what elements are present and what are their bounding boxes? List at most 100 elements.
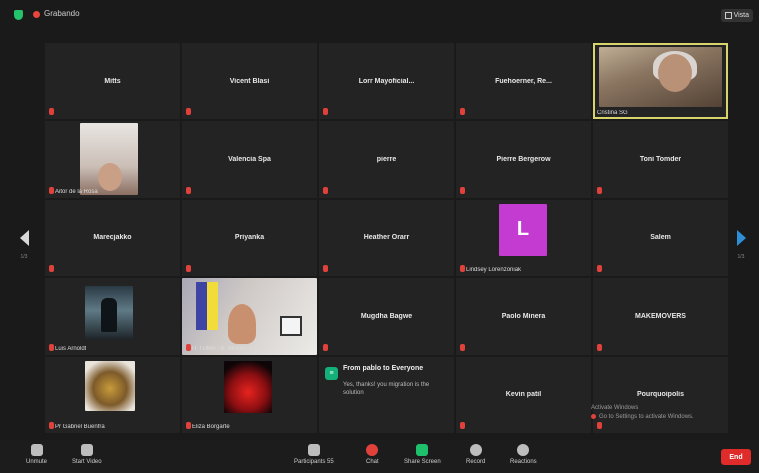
meeting-toolbar: Unmute Start Video Participants 55 Chat … (0, 440, 759, 473)
muted-mic-icon (186, 343, 191, 351)
avatar: L (499, 203, 547, 256)
participant-tile[interactable]: Marecjakko (45, 199, 180, 277)
recording-label: Grabando (44, 9, 80, 18)
participant-video (85, 360, 135, 411)
next-page-button[interactable]: 1/3 (731, 216, 751, 260)
video-content (658, 54, 693, 93)
participants-label-text: Participants (294, 459, 326, 465)
chevron-right-icon (736, 230, 746, 246)
participant-tile[interactable]: Toni Tomder (593, 121, 728, 198)
chat-bubble-icon (366, 444, 379, 456)
muted-mic-icon (49, 422, 54, 429)
video-content (228, 304, 256, 345)
watermark-line-2: Go to Settings to activate Windows. (599, 414, 694, 420)
participant-tile[interactable]: Kevin patil (456, 356, 591, 433)
muted-mic-icon (49, 186, 54, 194)
participants-count: 55 (327, 459, 334, 465)
unmute-button[interactable]: Unmute (26, 444, 47, 465)
start-video-label: Start Video (72, 459, 102, 465)
participant-tile[interactable]: Valencia Spa (182, 121, 317, 198)
end-meeting-button[interactable]: End (721, 449, 751, 465)
participant-name: Kevin patil (505, 391, 542, 399)
participant-tile[interactable]: Fuehoerner, Re... (456, 43, 591, 120)
muted-mic-icon (323, 186, 328, 194)
participant-tile[interactable]: pierre (319, 121, 454, 198)
start-video-button[interactable]: Start Video (72, 444, 102, 465)
video-camera-icon (80, 444, 93, 456)
smiley-icon (517, 444, 530, 456)
participant-tile[interactable]: Lorr Mayoficial... (319, 43, 454, 120)
participant-tile[interactable]: Eliza Borgarte (182, 356, 317, 433)
muted-mic-icon (323, 343, 328, 351)
participant-tile[interactable]: Paolo Minera (456, 278, 591, 355)
reactions-button[interactable]: Reactions (510, 444, 537, 465)
participant-tile[interactable]: IT TUMA - B. Mulder J. S. (182, 278, 317, 355)
video-content (196, 282, 218, 331)
chat-button[interactable]: Chat (366, 444, 379, 465)
participant-tile[interactable]: Pr Gabriel Buenfra (45, 356, 180, 433)
participant-tile[interactable]: Priyanka (182, 199, 317, 277)
participant-name: Mitts (104, 77, 121, 85)
record-icon (469, 444, 482, 456)
participant-tile[interactable]: Aitor de la Rosa (45, 121, 180, 198)
muted-mic-icon (323, 108, 328, 116)
participant-name: Heather Orarr (363, 234, 410, 242)
share-screen-button[interactable]: Share Screen (404, 444, 441, 465)
participant-caption: Luis Arnoldt (55, 345, 87, 352)
chat-notification[interactable]: ≡ From pablo to Everyone Yes, thanks! yo… (319, 356, 454, 433)
muted-mic-icon (49, 265, 54, 273)
video-content (101, 298, 117, 333)
muted-mic-icon (460, 265, 465, 273)
participant-caption: Aitor de la Rosa (55, 188, 98, 195)
participant-tile[interactable]: Pierre Bergerow (456, 121, 591, 198)
participant-tile[interactable]: Luis Arnoldt (45, 278, 180, 355)
muted-mic-icon (460, 343, 465, 351)
participant-name: Salem (650, 234, 671, 242)
reactions-label: Reactions (510, 459, 537, 465)
chat-notification-title: From pablo to Everyone (343, 364, 424, 372)
participants-label: Participants 55 (294, 459, 334, 465)
grid-view-icon (724, 12, 732, 19)
participant-tile[interactable]: MAKEMOVERS (593, 278, 728, 355)
participant-tile[interactable]: Mitts (45, 43, 180, 120)
previous-page-button[interactable]: 1/3 (14, 216, 34, 260)
participant-tile[interactable]: Heather Orarr (319, 199, 454, 277)
participants-icon (307, 444, 320, 456)
participant-caption: Lindsey Lorenzoniak (466, 267, 522, 274)
participant-name: Paolo Minera (501, 312, 546, 320)
muted-mic-icon (323, 265, 328, 273)
share-screen-label: Share Screen (404, 459, 441, 465)
page-indicator-right: 1/3 (737, 254, 745, 260)
participant-tile[interactable]: L Lindsey Lorenzoniak (456, 199, 591, 277)
participant-tile[interactable]: Mugdha Bagwe (319, 278, 454, 355)
participant-caption: Pr Gabriel Buenfra (55, 424, 105, 430)
participant-name: pierre (376, 156, 397, 164)
participant-name: Vicent Blasi (229, 77, 270, 85)
watermark-line-2-row: Go to Settings to activate Windows. (591, 413, 731, 422)
view-button[interactable]: Vista (720, 9, 753, 22)
muted-mic-icon (597, 186, 602, 194)
security-shield-icon[interactable] (14, 10, 23, 20)
participant-grid: Mitts Vicent Blasi Lorr Mayoficial... Fu… (45, 43, 728, 433)
participant-tile[interactable]: Salem (593, 199, 728, 277)
watermark-line-1: Activate Windows (591, 405, 639, 411)
muted-mic-icon (460, 186, 465, 194)
participant-tile[interactable]: Vicent Blasi (182, 43, 317, 120)
participant-name: Lorr Mayoficial... (358, 77, 415, 85)
record-button[interactable]: Record (466, 444, 485, 465)
participant-video (224, 360, 272, 413)
participant-video (599, 47, 722, 108)
activate-windows-watermark: Activate Windows Go to Settings to activ… (591, 404, 731, 422)
chat-notification-tile[interactable]: ≡ From pablo to Everyone Yes, thanks! yo… (319, 356, 454, 433)
recording-icon (33, 11, 40, 18)
participants-button[interactable]: Participants 55 (294, 444, 334, 465)
participant-name: Fuehoerner, Re... (495, 77, 552, 85)
muted-mic-icon (186, 186, 191, 194)
video-content (280, 316, 302, 337)
participant-tile-active-speaker[interactable]: Cristina SG (593, 43, 728, 120)
participant-name: MAKEMOVERS (635, 312, 686, 320)
page-indicator-left: 1/3 (20, 254, 28, 260)
chat-icon: ≡ (325, 366, 338, 380)
participant-caption: Cristina SG (597, 110, 628, 117)
muted-mic-icon (186, 422, 191, 429)
